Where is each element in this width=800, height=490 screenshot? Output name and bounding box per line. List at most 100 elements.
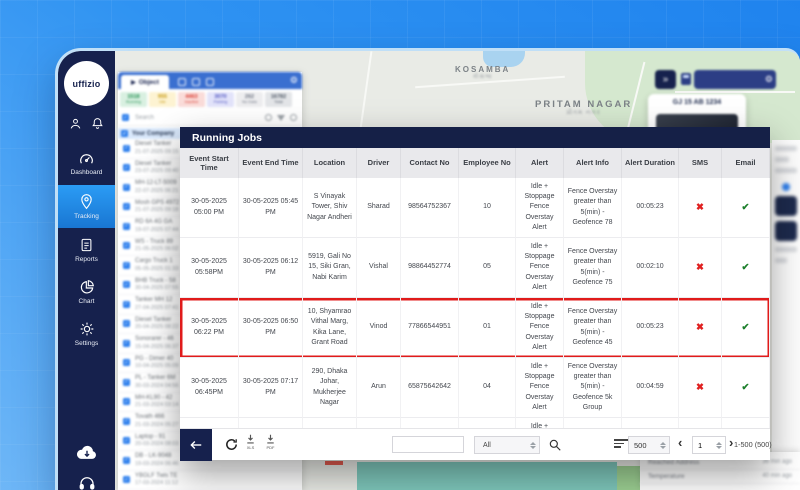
table-row[interactable]: 30-05-2025 05:00 PM30-05-2025 05:45 PMS … [180, 178, 770, 238]
column-header[interactable]: Driver [357, 148, 401, 178]
vehicle-date: 10-04-2025 05:09 [135, 363, 178, 370]
vehicle-checkbox[interactable]: ✓ [123, 359, 130, 366]
status-dot [782, 183, 790, 191]
column-header[interactable]: Location [303, 148, 357, 178]
column-header[interactable]: Alert Info [564, 148, 622, 178]
sms-status-icon: ✖ [679, 298, 722, 358]
vehicle-checkbox[interactable]: ✓ [123, 320, 130, 327]
support[interactable] [58, 475, 115, 490]
vehicle-name: Diesel Tanker [135, 141, 178, 148]
locate-icon[interactable] [265, 114, 272, 121]
tab-icon-1[interactable] [178, 78, 186, 86]
cloud-sync[interactable] [58, 443, 115, 461]
status-chip-running[interactable]: 1518Running [120, 92, 147, 107]
table-cell-driver: Vinod [357, 298, 401, 358]
status-chip-total[interactable]: 16782Total [265, 92, 292, 107]
vehicle-checkbox[interactable]: ✓ [123, 242, 130, 249]
column-header[interactable]: Event Start Time [180, 148, 239, 178]
sidebar-item-tracking[interactable]: Tracking [58, 185, 115, 228]
table-row[interactable]: 30-05-2025 06:22 PM30-05-2025 06:50 PM10… [180, 298, 770, 358]
status-chip-parking[interactable]: 3070Parking [207, 92, 234, 107]
status-chip-no-data[interactable]: 262No Data [236, 92, 263, 107]
vehicle-checkbox[interactable]: ✓ [123, 223, 130, 230]
refresh-icon[interactable] [224, 437, 239, 452]
table-row[interactable]: 30-05-2025 06:45PM30-05-2025 07:17 PM290… [180, 358, 770, 418]
vehicle-name: YBGLF Twis TE [135, 473, 178, 480]
sidebar-item-dashboard[interactable]: Dashboard [58, 151, 115, 176]
gear-icon[interactable]: ⚙ [765, 74, 773, 85]
search-input[interactable]: Search [135, 115, 265, 121]
sidebar-item-settings[interactable]: Settings [58, 321, 115, 347]
vehicle-checkbox[interactable]: ✓ [123, 340, 130, 347]
column-header[interactable]: Employee No [459, 148, 516, 178]
page-number-input[interactable] [693, 440, 709, 451]
vehicle-checkbox[interactable]: ✓ [123, 398, 130, 405]
table-cell-duration: 00:01:23 [622, 418, 679, 428]
vehicle-name: PG - Dimer 40 [135, 356, 178, 363]
vehicle-select-bar[interactable]: ⚙ [694, 70, 776, 89]
select-spinner[interactable] [530, 442, 536, 449]
vehicle-date: 22-07-2025 06:21 [135, 188, 178, 195]
vehicle-checkbox[interactable]: ✓ [123, 437, 130, 444]
table-row[interactable]: 30-05-202530-05-2025311, NarsiShirish985… [180, 418, 770, 428]
page-size-spinner[interactable] [660, 442, 666, 449]
status-chip-idle[interactable]: 955Idle [149, 92, 176, 107]
chip-label: Total [274, 100, 282, 104]
vehicle-checkbox[interactable]: ✓ [123, 184, 130, 191]
panel-settings-gear-icon[interactable]: ⚙ [290, 75, 298, 86]
vehicle-text: Diesel Tanker21-07-2025 09:15 [135, 141, 178, 155]
table-search-input[interactable] [392, 436, 464, 453]
table-row[interactable]: 30-05-2025 05:58PM30-05-2025 06:12 PM591… [180, 238, 770, 298]
page-spinner[interactable] [716, 442, 722, 449]
vehicle-checkbox[interactable]: ✓ [123, 145, 130, 152]
email-status-icon: ✔ [722, 358, 770, 418]
app-logo[interactable]: uffizio [64, 61, 109, 106]
vehicle-date: 20-03-2024 08:03 [135, 441, 178, 448]
column-header[interactable]: Contact No [401, 148, 459, 178]
column-header[interactable]: Alert Duration [622, 148, 679, 178]
tab-object[interactable]: ▶ Object [121, 75, 169, 89]
vehicle-checkbox[interactable]: ✓ [123, 379, 130, 386]
column-header[interactable]: SMS [679, 148, 722, 178]
back-arrow-icon [189, 439, 203, 451]
vehicle-checkbox[interactable]: ✓ [123, 164, 130, 171]
page-size-select[interactable]: 500 [628, 436, 670, 454]
user-icon[interactable] [69, 117, 82, 130]
company-checkbox[interactable]: ✓ [121, 130, 128, 137]
sidebar: uffizio Dashboard Tracking Reports [58, 51, 115, 490]
vehicle-checkbox[interactable]: ✓ [123, 301, 130, 308]
vehicle-checkbox[interactable]: ✓ [123, 476, 130, 483]
collapse-panel-button[interactable]: » [655, 70, 676, 89]
table-cell-alert_info: Fence Overstay greater than 5(min) - Geo… [564, 238, 622, 298]
column-header[interactable]: Email [722, 148, 770, 178]
column-header[interactable]: Event End Time [239, 148, 303, 178]
prev-page-button[interactable]: ‹ [678, 435, 682, 450]
back-button[interactable] [180, 429, 212, 461]
sidebar-item-chart[interactable]: Chart [58, 279, 115, 305]
tab-icon-2[interactable] [192, 78, 200, 86]
column-header[interactable]: Alert [516, 148, 564, 178]
search-icon[interactable] [548, 438, 562, 452]
object-panel-tabbar: ▶ Object ⚙ [118, 72, 302, 89]
vehicle-checkbox[interactable]: ✓ [123, 418, 130, 425]
bell-icon[interactable] [91, 117, 104, 130]
vehicle-checkbox[interactable]: ✓ [123, 457, 130, 464]
temperature-widget-button[interactable] [775, 196, 797, 216]
vehicle-checkbox[interactable]: ✓ [123, 281, 130, 288]
tab-icon-3[interactable] [206, 78, 214, 86]
vehicle-checkbox[interactable]: ✓ [123, 203, 130, 210]
filter-select[interactable]: All [474, 436, 540, 454]
table-cell-contact: 98564752367 [401, 178, 459, 238]
humidity-widget-button[interactable] [775, 221, 797, 241]
next-page-button[interactable]: › [729, 435, 733, 450]
vehicle-checkbox[interactable]: ✓ [123, 262, 130, 269]
refresh-small-icon[interactable] [290, 114, 297, 121]
filter-icon[interactable] [277, 115, 285, 121]
vehicle-list-item[interactable]: ✓YBGLF Twis TE17-03-2024 11:12 [118, 471, 302, 490]
sidebar-item-reports[interactable]: Reports [58, 237, 115, 263]
status-chip-inactive[interactable]: 4463Inactive [178, 92, 205, 107]
download-xls-button[interactable]: XLS [246, 434, 255, 450]
download-pdf-button[interactable]: PDF [266, 434, 275, 450]
select-all-checkbox[interactable]: ✓ [122, 114, 129, 121]
table-body: 30-05-2025 05:00 PM30-05-2025 05:45 PMS … [180, 178, 770, 428]
